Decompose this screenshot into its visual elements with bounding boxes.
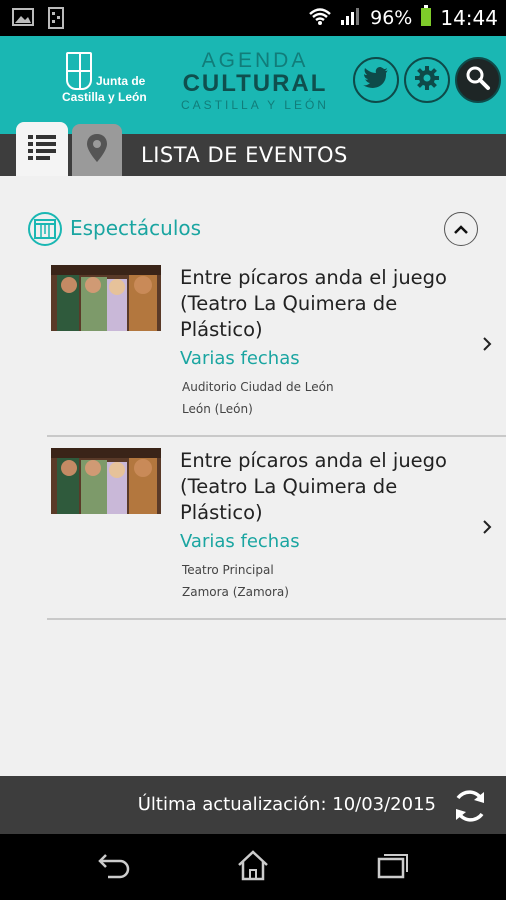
clock: 14:44 (440, 6, 498, 30)
last-update-text: Última actualización: 10/03/2015 (137, 794, 436, 815)
gear-icon (414, 65, 440, 95)
event-list: Espectáculos Entre pícaros anda el juego… (0, 176, 506, 776)
event-thumbnail (51, 265, 161, 331)
twitter-icon (363, 67, 389, 93)
search-icon (465, 65, 491, 95)
sim-notification-icon (48, 7, 64, 33)
collapse-button[interactable] (444, 212, 478, 246)
refresh-icon (450, 790, 490, 830)
twitter-button[interactable] (353, 57, 399, 103)
junta-logo: Junta de Castilla y León (62, 52, 154, 118)
org-name-line1: Junta de (96, 74, 146, 88)
home-button[interactable] (233, 850, 273, 884)
org-name-line2: Castilla y León (62, 90, 147, 104)
event-dates: Varias fechas (180, 531, 300, 552)
event-venue: Teatro Principal (182, 563, 274, 577)
recents-button[interactable] (373, 850, 413, 884)
signal-icon (340, 6, 362, 31)
chevron-right-icon (480, 334, 494, 354)
gallery-notification-icon (12, 7, 34, 33)
settings-button[interactable] (404, 57, 450, 103)
divider (47, 618, 506, 620)
coat-of-arms-icon (66, 52, 92, 90)
system-nav-bar (0, 834, 506, 900)
event-city: León (León) (182, 402, 253, 416)
refresh-button[interactable] (450, 786, 490, 826)
back-icon (96, 851, 132, 883)
event-title: Entre pícaros anda el juego (Teatro La Q… (180, 266, 447, 341)
tab-bar: LISTA DE EVENTOS (0, 122, 506, 176)
event-venue: Auditorio Ciudad de León (182, 380, 334, 394)
home-icon (235, 849, 271, 885)
event-city: Zamora (Zamora) (182, 585, 289, 599)
event-dates: Varias fechas (180, 348, 300, 369)
chevron-right-icon (480, 517, 494, 537)
search-button[interactable] (455, 57, 501, 103)
battery-icon (420, 4, 432, 32)
recents-icon (375, 850, 411, 884)
event-thumbnail (51, 448, 161, 514)
logo-line2: CULTURAL (182, 70, 328, 97)
app-header: Junta de Castilla y León AGENDA CULTURAL… (0, 36, 506, 134)
theater-icon (28, 212, 62, 246)
tab-map-view[interactable] (72, 124, 122, 176)
status-bar: 96% 14:44 (0, 0, 506, 36)
event-title: Entre pícaros anda el juego (Teatro La Q… (180, 449, 447, 524)
update-footer: Última actualización: 10/03/2015 (0, 776, 506, 834)
list-icon (28, 134, 56, 164)
page-title: LISTA DE EVENTOS (141, 143, 348, 167)
event-item[interactable]: Entre pícaros anda el juego (Teatro La Q… (47, 437, 506, 620)
chevron-up-icon (453, 220, 469, 239)
tab-list-view[interactable] (16, 122, 68, 176)
battery-level: 96% (370, 7, 413, 29)
logo-line3: CASTILLA Y LEÓN (181, 98, 329, 112)
back-button[interactable] (94, 850, 134, 884)
logo-line1: AGENDA (201, 49, 309, 72)
map-pin-icon (87, 134, 107, 166)
event-item[interactable]: Entre pícaros anda el juego (Teatro La Q… (47, 254, 506, 437)
agenda-cultural-logo: AGENDA CULTURAL CASTILLA Y LEÓN (180, 50, 330, 120)
section-title: Espectáculos (70, 216, 202, 240)
section-header[interactable]: Espectáculos (28, 212, 478, 248)
wifi-icon (308, 6, 332, 31)
